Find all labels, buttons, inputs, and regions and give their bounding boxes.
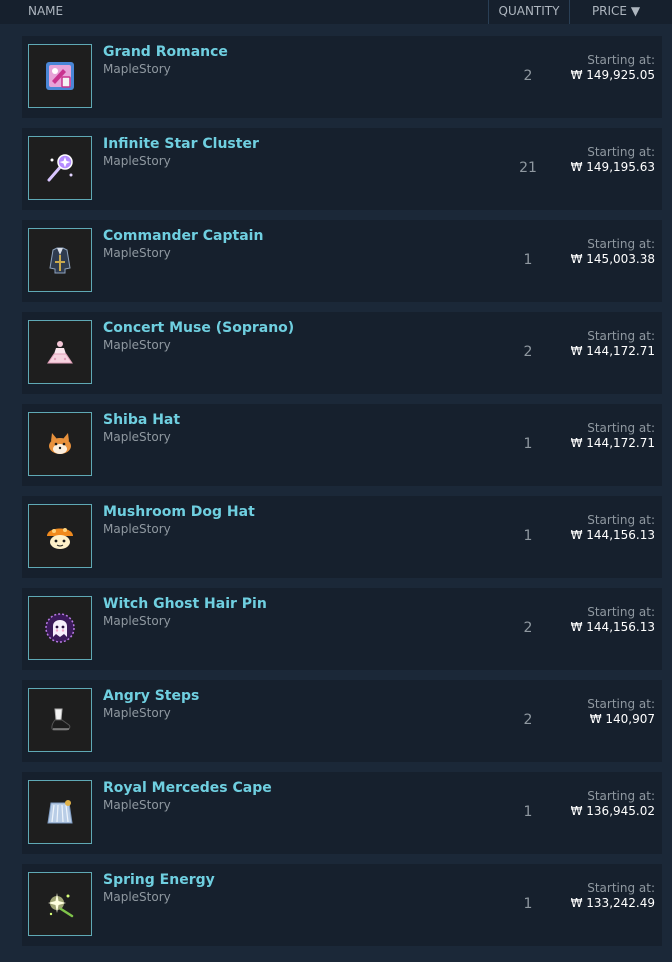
game-name: MapleStory (103, 62, 171, 76)
item-quantity: 1 (523, 896, 533, 912)
item-quantity: 2 (523, 620, 533, 636)
item-price: ₩ 144,172.71 (570, 344, 655, 358)
item-name[interactable]: Spring Energy (103, 872, 215, 888)
coat-icon (49, 247, 71, 274)
column-header-name[interactable]: NAME (28, 0, 63, 24)
game-name: MapleStory (103, 890, 171, 904)
game-name: MapleStory (103, 522, 171, 536)
starting-at-label: Starting at: (587, 237, 655, 251)
starting-at-label: Starting at: (587, 145, 655, 159)
item-thumbnail[interactable] (28, 136, 92, 200)
item-thumbnail[interactable] (28, 320, 92, 384)
column-header-quantity[interactable]: QUANTITY (488, 0, 569, 24)
game-name: MapleStory (103, 430, 171, 444)
item-price: ₩ 145,003.38 (570, 252, 655, 266)
cape-icon (47, 800, 73, 824)
starting-at-label: Starting at: (587, 697, 655, 711)
item-name[interactable]: Mushroom Dog Hat (103, 504, 255, 520)
item-thumbnail[interactable] (28, 44, 92, 108)
item-name[interactable]: Concert Muse (Soprano) (103, 320, 294, 336)
starting-at-label: Starting at: (587, 881, 655, 895)
item-quantity: 2 (523, 344, 533, 360)
listing-row[interactable]: Commander Captain MapleStory 1 Starting … (22, 220, 662, 302)
item-price: ₩ 144,156.13 (570, 620, 655, 634)
item-name[interactable]: Angry Steps (103, 688, 199, 704)
listing-row[interactable]: Spring Energy MapleStory 1 Starting at: … (22, 864, 662, 946)
item-quantity: 1 (523, 252, 533, 268)
item-thumbnail[interactable] (28, 872, 92, 936)
potion-icon (46, 62, 74, 90)
item-quantity: 1 (523, 528, 533, 544)
column-header-price[interactable]: PRICE ▼ (569, 0, 662, 24)
item-name[interactable]: Infinite Star Cluster (103, 136, 259, 152)
item-quantity: 1 (523, 804, 533, 820)
game-name: MapleStory (103, 798, 171, 812)
listing-row[interactable]: Royal Mercedes Cape MapleStory 1 Startin… (22, 772, 662, 854)
game-name: MapleStory (103, 338, 171, 352)
item-quantity: 2 (523, 68, 533, 84)
market-listing: Grand Romance MapleStory 2 Starting at: … (22, 36, 662, 956)
item-quantity: 21 (519, 160, 537, 176)
starting-at-label: Starting at: (587, 53, 655, 67)
item-thumbnail[interactable] (28, 412, 92, 476)
game-name: MapleStory (103, 246, 171, 260)
game-name: MapleStory (103, 706, 171, 720)
ghost-icon (45, 613, 75, 643)
item-thumbnail[interactable] (28, 780, 92, 844)
starting-at-label: Starting at: (587, 513, 655, 527)
item-quantity: 2 (523, 712, 533, 728)
item-thumbnail[interactable] (28, 228, 92, 292)
listing-row[interactable]: Angry Steps MapleStory 2 Starting at: ₩ … (22, 680, 662, 762)
item-thumbnail[interactable] (28, 596, 92, 660)
item-price: ₩ 136,945.02 (570, 804, 655, 818)
listing-row[interactable]: Concert Muse (Soprano) MapleStory 2 Star… (22, 312, 662, 394)
item-name[interactable]: Shiba Hat (103, 412, 180, 428)
mushroom-dog-icon (47, 528, 73, 549)
item-name[interactable]: Witch Ghost Hair Pin (103, 596, 267, 612)
dress-icon (47, 341, 73, 364)
listing-row[interactable]: Mushroom Dog Hat MapleStory 1 Starting a… (22, 496, 662, 578)
star-wand-icon (47, 154, 73, 182)
listing-row[interactable]: Shiba Hat MapleStory 1 Starting at: ₩ 14… (22, 404, 662, 486)
item-price: ₩ 149,925.05 (570, 68, 655, 82)
item-name[interactable]: Royal Mercedes Cape (103, 780, 272, 796)
item-price: ₩ 144,172.71 (570, 436, 655, 450)
game-name: MapleStory (103, 154, 171, 168)
item-name[interactable]: Commander Captain (103, 228, 263, 244)
item-quantity: 1 (523, 436, 533, 452)
starting-at-label: Starting at: (587, 329, 655, 343)
listing-row[interactable]: Witch Ghost Hair Pin MapleStory 2 Starti… (22, 588, 662, 670)
shiba-icon (49, 433, 71, 454)
item-price: ₩ 144,156.13 (570, 528, 655, 542)
starting-at-label: Starting at: (587, 789, 655, 803)
starting-at-label: Starting at: (587, 605, 655, 619)
game-name: MapleStory (103, 614, 171, 628)
item-price: ₩ 149,195.63 (570, 160, 655, 174)
starting-at-label: Starting at: (587, 421, 655, 435)
sparkle-icon (48, 893, 74, 918)
item-price: ₩ 140,907 (589, 712, 655, 726)
shoe-icon (51, 708, 71, 731)
table-header: NAME QUANTITY PRICE ▼ (0, 0, 672, 24)
item-name[interactable]: Grand Romance (103, 44, 228, 60)
item-thumbnail[interactable] (28, 504, 92, 568)
item-thumbnail[interactable] (28, 688, 92, 752)
item-price: ₩ 133,242.49 (570, 896, 655, 910)
listing-row[interactable]: Grand Romance MapleStory 2 Starting at: … (22, 36, 662, 118)
listing-row[interactable]: Infinite Star Cluster MapleStory 21 Star… (22, 128, 662, 210)
